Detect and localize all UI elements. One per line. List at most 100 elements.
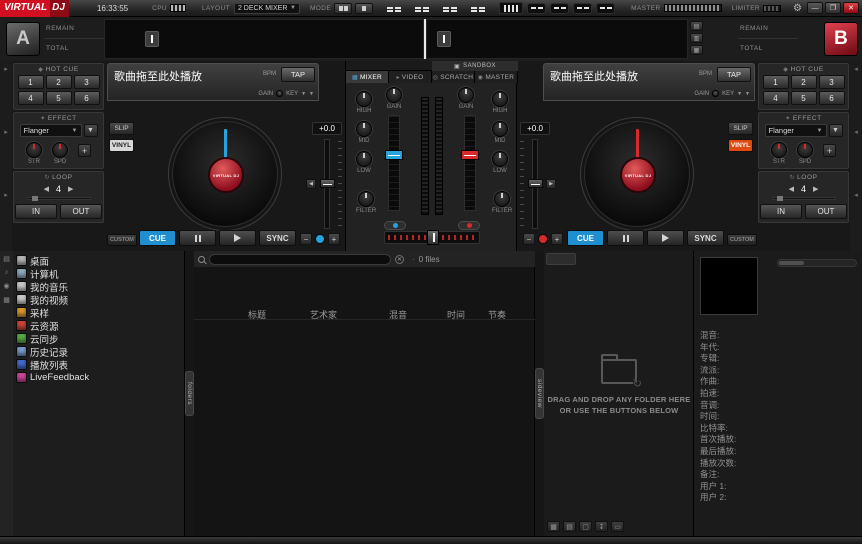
volume-fader-right-thumb[interactable] bbox=[461, 150, 479, 160]
beat-view-button-3[interactable] bbox=[573, 3, 592, 14]
sideview-tab[interactable]: sideview bbox=[535, 368, 544, 419]
deck-a-cue-button[interactable]: CUE bbox=[139, 230, 176, 246]
volume-fader-left-thumb[interactable] bbox=[385, 150, 403, 160]
beat-view-button-2[interactable] bbox=[550, 3, 569, 14]
maximize-button[interactable]: ❐ bbox=[825, 2, 841, 14]
deck-a-vinyl-button[interactable]: VINYL bbox=[109, 139, 134, 152]
hot-cue-button-5[interactable]: 5 bbox=[46, 91, 72, 105]
eq-low-right[interactable]: LOW bbox=[492, 151, 508, 174]
disc-icon[interactable]: ◉ bbox=[3, 282, 9, 290]
deck-a-pause-button[interactable] bbox=[179, 230, 216, 246]
deck-b-custom-button[interactable]: CUSTOM bbox=[727, 234, 757, 246]
hot-cue-button-3[interactable]: 3 bbox=[819, 75, 845, 89]
tree-item-cloud-sync[interactable]: 云同步 bbox=[17, 332, 184, 345]
deck-a-sync-button[interactable]: SYNC bbox=[259, 230, 296, 246]
effect-panel-toggle-icon[interactable]: ◂ bbox=[854, 128, 858, 136]
volume-fader-right[interactable] bbox=[464, 115, 476, 211]
deck-b-badge[interactable]: B bbox=[824, 22, 858, 56]
tree-item-computer[interactable]: 计算机 bbox=[17, 267, 184, 280]
column-time[interactable]: 时间 bbox=[447, 308, 465, 321]
loop-length-slider[interactable] bbox=[772, 197, 836, 200]
tree-item-samples[interactable]: 采样 bbox=[17, 306, 184, 319]
deck-b-pause-button[interactable] bbox=[607, 230, 644, 246]
tree-item-my-music[interactable]: 我的音乐 bbox=[17, 280, 184, 293]
deck-a-key-down-icon[interactable]: ▼ bbox=[301, 91, 306, 97]
effect-select[interactable]: Flanger ▼ bbox=[20, 124, 82, 137]
sideview-clone-button[interactable]: ▭ bbox=[611, 521, 624, 532]
knob[interactable] bbox=[26, 142, 42, 158]
deck-b-slip-button[interactable]: SLIP bbox=[728, 122, 753, 135]
deck-b-tap-button[interactable]: TAP bbox=[717, 67, 751, 82]
eq-low-left[interactable]: LOW bbox=[356, 151, 372, 174]
loop-length-slider[interactable] bbox=[27, 197, 91, 200]
grid-icon[interactable]: ▦ bbox=[3, 296, 10, 304]
folders-tab[interactable]: folders bbox=[185, 371, 194, 416]
deck-a-tap-button[interactable]: TAP bbox=[281, 67, 315, 82]
beat-view-button-4[interactable] bbox=[596, 3, 615, 14]
hot-cue-button-3[interactable]: 3 bbox=[74, 75, 100, 89]
tree-item-livefeedback[interactable]: LiveFeedback bbox=[17, 371, 184, 384]
search-clear-icon[interactable]: ✕ bbox=[395, 255, 404, 264]
info-scrollbar-thumb[interactable] bbox=[779, 261, 804, 265]
deck-a-waveform-strip[interactable] bbox=[104, 19, 424, 59]
deck-b-plus-button[interactable]: + bbox=[551, 233, 563, 245]
deck-b-jog-wheel[interactable]: VIRTUAL DJ bbox=[580, 117, 694, 231]
knob[interactable] bbox=[771, 142, 787, 158]
hot-cue-button-2[interactable]: 2 bbox=[46, 75, 72, 89]
effect-list-button[interactable]: ▼ bbox=[84, 124, 98, 137]
deck-b-key-reset-icon[interactable]: ▼ bbox=[745, 91, 750, 97]
tree-item-my-videos[interactable]: 我的视频 bbox=[17, 293, 184, 306]
sideview-automix-button[interactable]: ▦ bbox=[547, 521, 560, 532]
mode-button-1[interactable] bbox=[334, 3, 352, 14]
sideview-dropzone[interactable]: ↻ DRAG AND DROP ANY FOLDER HERE OR USE T… bbox=[544, 251, 694, 536]
tab-scratch[interactable]: ◎SCRATCH bbox=[432, 71, 475, 83]
knob[interactable] bbox=[797, 142, 813, 158]
deck-a-pitch-reset-button[interactable]: ◀ bbox=[306, 179, 316, 189]
deck-a-badge[interactable]: A bbox=[6, 22, 40, 56]
gear-icon[interactable]: ⚙ bbox=[793, 3, 802, 14]
search-input[interactable] bbox=[209, 254, 391, 265]
tab-sandbox[interactable]: ▣SANDBOX bbox=[432, 61, 518, 71]
hot-cue-button-2[interactable]: 2 bbox=[791, 75, 817, 89]
deck-a-minus-button[interactable]: − bbox=[300, 233, 312, 245]
hot-cue-button-4[interactable]: 4 bbox=[763, 91, 789, 105]
deck-b-pitch-reset-button[interactable]: ▶ bbox=[546, 179, 556, 189]
sideview-sidelist-button[interactable]: ▤ bbox=[563, 521, 576, 532]
deck-a-play-button[interactable] bbox=[219, 230, 256, 246]
pfl-button-left[interactable] bbox=[384, 221, 406, 230]
eq-high-left[interactable]: HIGH bbox=[356, 91, 372, 114]
filter-knob-right[interactable]: FILTER bbox=[492, 191, 512, 214]
hotcue-panel-toggle-icon[interactable]: ◂ bbox=[854, 65, 858, 73]
eq-high-right[interactable]: HIGH bbox=[492, 91, 508, 114]
sideview-sampler-button[interactable]: ↧ bbox=[595, 521, 608, 532]
effect-select[interactable]: Flanger ▼ bbox=[765, 124, 827, 137]
wave-view-button-3[interactable]: ▦ bbox=[690, 45, 703, 55]
loop-out-button[interactable]: OUT bbox=[60, 204, 102, 219]
column-remix[interactable]: 混音 bbox=[389, 308, 407, 321]
crossfader[interactable] bbox=[384, 231, 480, 244]
tree-item-cloud-resources[interactable]: 云资源 bbox=[17, 319, 184, 332]
tab-video[interactable]: ▸VIDEO bbox=[389, 71, 432, 83]
pfl-button-right[interactable] bbox=[458, 221, 480, 230]
hot-cue-button-4[interactable]: 4 bbox=[18, 91, 44, 105]
deck-b-vinyl-button[interactable]: VINYL bbox=[728, 139, 753, 152]
knob[interactable] bbox=[52, 142, 68, 158]
effect-add-button[interactable]: + bbox=[823, 144, 836, 157]
wave-view-button-2[interactable]: ▥ bbox=[690, 33, 703, 43]
deck-b-key-down-icon[interactable]: ▼ bbox=[737, 91, 742, 97]
volume-fader-left[interactable] bbox=[388, 115, 400, 211]
filter-knob-left[interactable]: FILTER bbox=[356, 191, 376, 214]
effect-knob-1[interactable]: STR bbox=[26, 142, 42, 165]
deck-b-position-thumb[interactable] bbox=[437, 31, 451, 47]
loop-in-button[interactable]: IN bbox=[760, 204, 802, 219]
loop-panel-toggle-icon[interactable]: ◂ bbox=[854, 191, 858, 199]
deck-b-pitch-thumb[interactable] bbox=[528, 179, 543, 188]
tree-item-playlists[interactable]: 播放列表 bbox=[17, 358, 184, 371]
crossfader-thumb[interactable] bbox=[427, 230, 439, 245]
deck-a-beatmatch-button[interactable] bbox=[315, 234, 325, 244]
column-bpm[interactable]: 节奏 bbox=[488, 308, 506, 321]
loop-half-button[interactable]: ◀ bbox=[44, 185, 49, 193]
column-artist[interactable]: 艺术家 bbox=[310, 308, 337, 321]
close-button[interactable]: ✕ bbox=[843, 2, 859, 14]
mode-button-2[interactable] bbox=[355, 3, 373, 14]
